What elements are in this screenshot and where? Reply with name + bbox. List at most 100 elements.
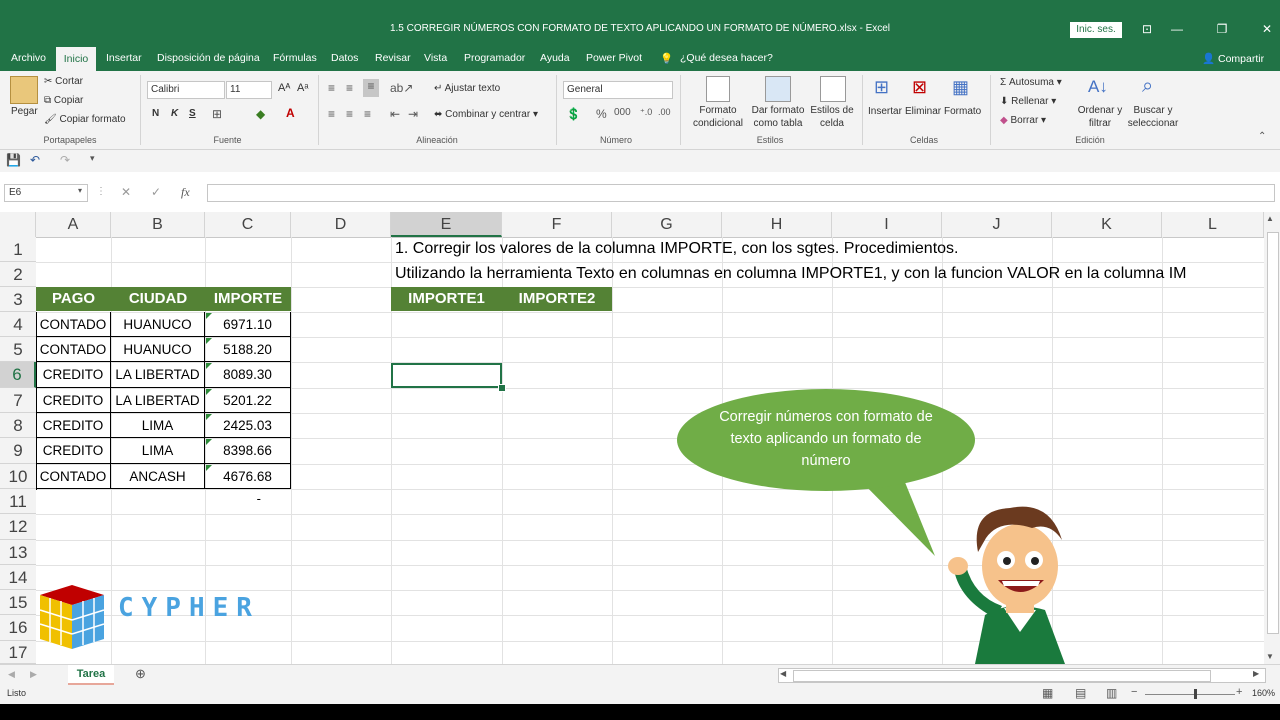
row-header-8[interactable]: 8 [0,413,36,438]
table-cell[interactable]: LA LIBERTAD [111,362,205,388]
normal-view-icon[interactable]: ▦ [1042,686,1053,700]
row-header-13[interactable]: 13 [0,540,36,565]
align-top-icon[interactable]: ≡ [328,81,335,95]
row-header-2[interactable]: 2 [0,262,36,287]
enter-icon[interactable]: ✓ [151,185,161,199]
customize-qat-icon[interactable]: ▾ [90,153,95,164]
underline-button[interactable]: S [189,108,196,119]
col-header-i[interactable]: I [832,212,942,237]
table-format-icon[interactable] [765,76,791,102]
delete-cells-button[interactable]: Eliminar [905,106,941,117]
row-header-4[interactable]: 4 [0,312,36,337]
tab-datos[interactable]: Datos [331,52,358,64]
row-header-9[interactable]: 9 [0,438,36,464]
decrease-decimal-icon[interactable]: .00 [658,107,671,117]
cell-styles-button[interactable]: Estilos de celda [808,104,856,130]
borders-icon[interactable]: ⊞ [212,107,222,121]
cell-c11[interactable]: - [205,491,291,506]
table-cell[interactable]: LA LIBERTAD [111,388,205,413]
table-cell[interactable]: ANCASH [111,464,205,489]
error-indicator-icon[interactable] [206,439,212,445]
col-header-e[interactable]: E [391,212,502,237]
col-header-g[interactable]: G [612,212,722,237]
table-cell[interactable]: LIMA [111,413,205,438]
insert-cells-icon[interactable]: ⊞ [874,77,889,98]
ribbon-display-icon[interactable]: ⊡ [1137,22,1157,36]
table-cell[interactable]: 8089.30 [205,362,291,388]
tab-revisar[interactable]: Revisar [375,52,411,64]
paste-icon[interactable] [10,76,38,104]
table-cell[interactable]: 2425.03 [205,413,291,438]
row-header-15[interactable]: 15 [0,590,36,615]
tab-archivo[interactable]: Archivo [11,52,46,64]
fill-button[interactable]: ⬇ Rellenar ▾ [1000,96,1056,107]
align-left-icon[interactable]: ≡ [328,107,335,121]
sort-filter-button[interactable]: Ordenar y filtrar [1074,104,1126,130]
tab-inicio[interactable]: Inicio [56,47,96,71]
pegar-button[interactable]: Pegar [11,106,38,117]
conditional-format-icon[interactable] [706,76,730,102]
increase-indent-icon[interactable]: ⇥ [408,107,418,121]
page-layout-icon[interactable]: ▤ [1075,686,1086,700]
row-header-16[interactable]: 16 [0,615,36,641]
zoom-out-icon[interactable]: − [1131,686,1137,698]
add-sheet-icon[interactable]: ⊕ [135,666,146,682]
signin-button[interactable]: Inic. ses. [1070,22,1122,38]
format-cells-icon[interactable]: ▦ [952,77,969,98]
table-cell[interactable]: 5188.20 [205,337,291,362]
table-cell[interactable]: CREDITO [36,438,111,464]
zoom-slider-thumb[interactable] [1194,689,1197,699]
insert-cells-button[interactable]: Insertar [868,106,902,117]
font-color-icon[interactable]: A [286,106,295,120]
font-grow-icon[interactable]: Aᴬ [278,82,290,94]
zoom-level[interactable]: 160% [1252,688,1275,698]
name-box[interactable]: E6 [4,184,88,202]
row-header-14[interactable]: 14 [0,565,36,590]
find-select-icon[interactable]: ⌕ [1142,75,1153,98]
row-header-12[interactable]: 12 [0,514,36,540]
orientation-icon[interactable]: ab↗ [390,81,413,95]
row-header-17[interactable]: 17 [0,641,36,664]
table-cell[interactable]: CREDITO [36,413,111,438]
delete-cells-icon[interactable]: ⊠ [912,77,927,98]
tab-disposicion[interactable]: Disposición de página [157,52,260,64]
wrap-text-button[interactable]: ↵ Ajustar texto [434,83,500,94]
fill-handle[interactable] [498,384,506,392]
table-cell[interactable]: HUANUCO [111,312,205,337]
cancel-icon[interactable]: ✕ [121,185,131,199]
selected-cell-e6[interactable] [391,363,502,388]
number-format-select[interactable]: General [563,81,673,99]
merge-center-button[interactable]: ⬌ Combinar y centrar ▾ [434,109,538,120]
tab-vista[interactable]: Vista [424,52,447,64]
sheet-tab-tarea[interactable]: Tarea [68,665,114,686]
align-center-icon[interactable]: ≡ [346,107,353,121]
font-name-select[interactable]: Calibri [147,81,225,99]
decrease-indent-icon[interactable]: ⇤ [390,107,400,121]
scroll-left-icon[interactable]: ◀ [780,669,786,678]
horizontal-scroll-thumb[interactable] [793,670,1211,682]
error-indicator-icon[interactable] [206,363,212,369]
tab-power-pivot[interactable]: Power Pivot [586,52,642,64]
col-header-f[interactable]: F [502,212,612,237]
table-cell[interactable]: 4676.68 [205,464,291,489]
row-header-6[interactable]: 6 [0,362,36,388]
row-header-7[interactable]: 7 [0,388,36,413]
find-select-button[interactable]: Buscar y seleccionar [1122,104,1184,130]
next-sheet-icon[interactable]: ▶ [30,669,37,680]
table-cell[interactable]: CREDITO [36,388,111,413]
align-right-icon[interactable]: ≡ [364,107,371,121]
col-header-k[interactable]: K [1052,212,1162,237]
font-shrink-icon[interactable]: Aᵃ [297,82,308,94]
increase-decimal-icon[interactable]: ⁺.0 [640,107,652,118]
name-box-dropdown-icon[interactable]: ▾ [78,186,82,195]
sort-filter-icon[interactable]: A↓ [1088,77,1108,97]
zoom-in-icon[interactable]: + [1236,686,1242,698]
scroll-up-icon[interactable]: ▲ [1266,214,1274,223]
col-header-b[interactable]: B [111,212,205,237]
conditional-format-button[interactable]: Formato condicional [686,104,750,130]
table-cell[interactable]: 8398.66 [205,438,291,464]
row-header-1[interactable]: 1 [0,237,36,262]
select-all-corner[interactable] [0,212,36,237]
redo-icon[interactable]: ↷ [60,153,70,167]
collapse-ribbon-icon[interactable]: ⌃ [1258,131,1266,142]
